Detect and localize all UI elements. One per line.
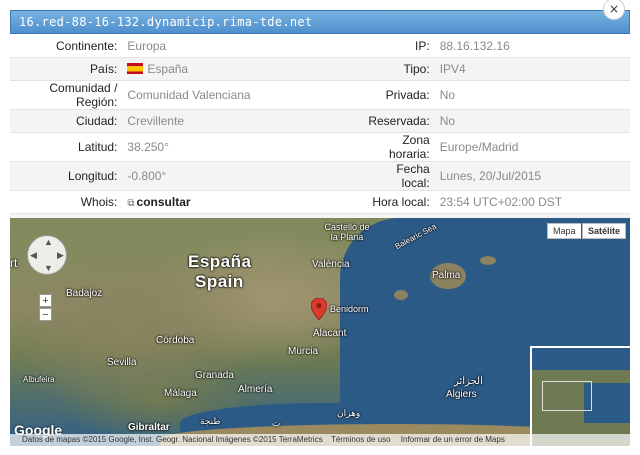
region-label: Comunidad / Región:	[10, 80, 126, 110]
timezone-value: Europe/Madrid	[437, 132, 630, 162]
ort-label: rt	[10, 256, 18, 270]
table-row: Longitud: -0.800° Fecha local: Lunes, 20…	[10, 161, 630, 191]
pan-up-icon[interactable]: ▲	[44, 237, 53, 247]
reserved-value: No	[437, 109, 630, 133]
zoom-in-button[interactable]: +	[39, 294, 52, 307]
pan-down-icon[interactable]: ▼	[44, 263, 53, 273]
local-time-label: Hora local:	[368, 190, 438, 214]
table-row: Continente: Europa IP: 88.16.132.16	[10, 35, 630, 58]
longitude-label: Longitud:	[10, 161, 126, 191]
region-value: Comunidad Valenciana	[125, 80, 369, 110]
private-value: No	[437, 80, 630, 110]
type-value: IPV4	[437, 57, 630, 81]
map-type-satelite-button[interactable]: Satélite	[582, 223, 627, 239]
attribution-text: Datos de mapas ©2015 Google, Inst. Geogr…	[22, 435, 323, 444]
pan-left-icon[interactable]: ◀	[30, 250, 37, 261]
pan-control[interactable]: ▲ ▼ ◀ ▶	[27, 235, 67, 275]
whois-cell: ⧉ consultar	[125, 190, 369, 214]
country-label: País:	[10, 57, 126, 81]
window-title: 16.red-88-16-132.dynamicip.rima-tde.net	[19, 15, 313, 29]
ip-info-window: 16.red-88-16-132.dynamicip.rima-tde.net …	[0, 0, 640, 455]
overview-map[interactable]	[530, 346, 630, 446]
longitude-value: -0.800°	[125, 161, 369, 191]
ip-label: IP:	[415, 39, 430, 53]
local-date-value: Lunes, 20/Jul/2015	[437, 161, 630, 191]
overview-sea	[532, 348, 630, 370]
badajoz-label: Badajoz	[66, 288, 103, 299]
country-cell: España	[125, 57, 369, 81]
cordoba-label: Córdoba	[156, 335, 195, 346]
algiers-ar-label: الجزائر	[454, 376, 483, 387]
gibraltar-label: Gibraltar	[128, 422, 170, 433]
reserved-label: Reservada:	[368, 109, 438, 133]
whois-link-label: consultar	[136, 195, 191, 209]
map-type-mapa-button[interactable]: Mapa	[547, 223, 581, 239]
table-row: Comunidad / Región: Comunidad Valenciana…	[10, 80, 630, 110]
report-error-link[interactable]: Informar de un error de Maps	[401, 435, 505, 444]
timezone-label: Zona horaria:	[368, 132, 438, 162]
type-label: Tipo:	[368, 57, 438, 81]
palma-label: Palma	[432, 270, 461, 281]
map-attribution: Datos de mapas ©2015 Google, Inst. Geogr…	[10, 434, 630, 446]
ibiza-island	[394, 290, 408, 300]
local-date-label: Fecha local:	[368, 161, 438, 191]
continent-value: Europa	[127, 39, 167, 53]
alacant-label: Alacant	[313, 328, 347, 339]
external-link-icon: ⧉	[127, 198, 135, 209]
valencia-label: València	[312, 259, 350, 270]
murcia-label: Murcia	[288, 346, 319, 357]
algiers-label: Algiers	[446, 389, 477, 400]
table-row: País: España Tipo: IPV4	[10, 57, 630, 81]
overview-viewport[interactable]	[542, 381, 592, 411]
albufeira-label: Albufeira	[23, 375, 55, 384]
menorca-island	[480, 256, 496, 265]
country-value: España	[147, 62, 189, 76]
ip-value: 88.16.132.16	[439, 39, 510, 53]
castello-label: Castelló de la Plana	[324, 222, 370, 242]
ip-info-table: Continente: Europa IP: 88.16.132.16 País…	[10, 35, 630, 236]
private-label: Privada:	[368, 80, 438, 110]
local-time-value: 23:54 UTC+02:00 DST	[437, 190, 630, 214]
benidorm-label: Benidorm	[330, 304, 369, 314]
whois-label: Whois:	[10, 190, 126, 214]
oran-label: وهران	[337, 408, 361, 418]
granada-label: Granada	[195, 370, 234, 381]
table-row: Whois: ⧉ consultar Hora local: 23:54 UTC+…	[10, 190, 630, 214]
city-value: Crevillente	[125, 109, 369, 133]
spain-flag-icon	[127, 63, 144, 74]
arabic-label: ت	[272, 418, 281, 428]
latitude-label: Latitud:	[10, 132, 126, 162]
latitude-value: 38.250°	[125, 132, 369, 162]
location-marker-icon[interactable]	[311, 298, 327, 320]
table-row: Ciudad: Crevillente Reservada: No	[10, 109, 630, 133]
zoom-out-button[interactable]: −	[39, 308, 52, 321]
satellite-map[interactable]: España Spain rt Badajoz Córdoba Sevilla …	[10, 218, 630, 446]
malaga-label: Málaga	[164, 388, 197, 399]
spain-label: Spain	[195, 272, 244, 291]
window-titlebar[interactable]: 16.red-88-16-132.dynamicip.rima-tde.net	[10, 10, 630, 34]
tangier-label: طنجة	[200, 416, 221, 426]
table-row: Latitud: 38.250° Zona horaria: Europe/Ma…	[10, 132, 630, 162]
terms-link[interactable]: Términos de uso	[331, 435, 391, 444]
city-label: Ciudad:	[10, 109, 126, 133]
whois-link[interactable]: ⧉ consultar	[127, 195, 190, 209]
almeria-label: Almería	[238, 384, 273, 395]
pan-right-icon[interactable]: ▶	[57, 250, 64, 261]
continent-label: Continente:	[56, 39, 118, 53]
espana-label: España	[188, 252, 252, 271]
sevilla-label: Sevilla	[107, 357, 137, 368]
